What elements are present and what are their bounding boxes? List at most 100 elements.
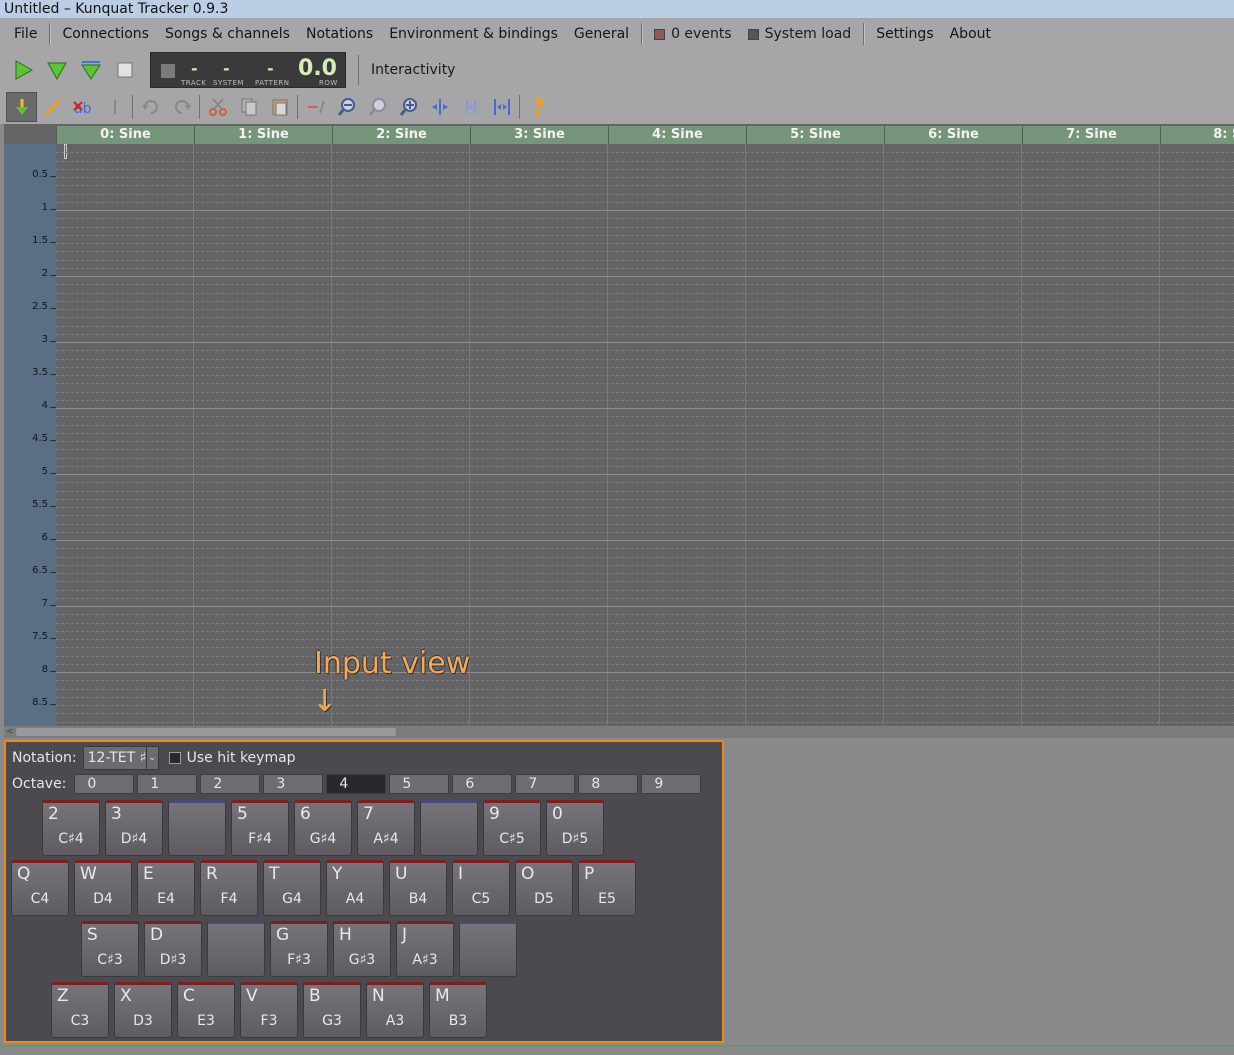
row-ruler[interactable]: 0.5 1 1.5 2 2.5 3 3.5 4 4.5 5 5.5 6 6.5 7 7.5 8 8.5 [4,124,56,728]
stop-button[interactable] [108,53,142,87]
column-header[interactable]: 0: Sine [56,126,194,144]
octave-button-6[interactable]: 6 [452,774,513,794]
column-header[interactable]: 8: Si [1160,126,1234,144]
octave-button-1[interactable]: 1 [137,774,198,794]
octave-button-0[interactable]: 0 [74,774,135,794]
keyboard-key-5[interactable]: 5 F♯4 [231,800,289,856]
notation-select[interactable]: 12-TET ♯ ⌄ [82,746,159,770]
grid-line [56,689,1234,690]
octave-button-2[interactable]: 2 [200,774,261,794]
column-header[interactable]: 3: Sine [470,126,608,144]
shrink-columns-button[interactable] [424,92,455,122]
keyboard-key-c[interactable]: C E3 [177,982,235,1038]
keyboard-key-e[interactable]: E E4 [137,860,195,916]
keyboard-key-y[interactable]: Y A4 [326,860,384,916]
horizontal-scrollbar[interactable]: < [4,726,1234,738]
octave-button-5[interactable]: 5 [389,774,450,794]
key-note: D♯5 [561,831,589,847]
scrollbar-thumb[interactable] [16,728,396,736]
menu-settings[interactable]: Settings [868,20,941,48]
keyboard-key-empty[interactable] [420,800,478,856]
octave-button-9[interactable]: 9 [641,774,702,794]
pattern-grid[interactable] [56,144,1234,728]
octave-button-8[interactable]: 8 [578,774,639,794]
play-pattern-button[interactable] [40,53,74,87]
key-char: 2 [48,804,59,824]
keyboard-key-x[interactable]: X D3 [114,982,172,1038]
keyboard-key-2[interactable]: 2 C♯4 [42,800,100,856]
system-load-status[interactable]: System load [740,26,860,42]
scroll-left-icon[interactable]: < [6,726,14,738]
convert-trigger-button[interactable] [300,92,331,122]
keyboard-key-empty[interactable] [207,921,265,977]
keyboard-key-q[interactable]: Q C4 [11,860,69,916]
menu-connections[interactable]: Connections [54,20,157,48]
pattern-editor[interactable]: 0.5 1 1.5 2 2.5 3 3.5 4 4.5 5 5.5 6 6.5 7 7.5 8 8.5 0: S… [4,124,1234,728]
keyboard-key-h[interactable]: H G♯3 [333,921,391,977]
draw-mode-button[interactable] [37,92,68,122]
hit-keymap-checkbox[interactable] [168,752,181,764]
octave-button-3[interactable]: 3 [263,774,324,794]
keyboard-key-m[interactable]: M B3 [429,982,487,1038]
menu-environment-bindings[interactable]: Environment & bindings [381,20,566,48]
grid-line [56,449,1234,450]
keyboard-key-v[interactable]: V F3 [240,982,298,1038]
column-divider [193,144,194,728]
replace-mode-button[interactable]: ab [68,92,99,122]
keyboard-key-empty[interactable] [459,921,517,977]
menu-notations[interactable]: Notations [298,20,381,48]
cut-button[interactable] [202,92,233,122]
column-header[interactable]: 4: Sine [608,126,746,144]
keyboard-key-9[interactable]: 9 C♯5 [483,800,541,856]
octave-button-7[interactable]: 7 [515,774,576,794]
undo-button[interactable] [135,92,166,122]
octave-button-4[interactable]: 4 [326,774,387,794]
keyboard-key-3[interactable]: 3 D♯4 [105,800,163,856]
column-header[interactable]: 2: Sine [332,126,470,144]
keyboard-key-r[interactable]: R F4 [200,860,258,916]
keyboard-key-b[interactable]: B G3 [303,982,361,1038]
expand-columns-button[interactable] [486,92,517,122]
menu-general[interactable]: General [566,20,637,48]
play-from-cursor-button[interactable] [74,53,108,87]
interactivity-button[interactable]: Interactivity [358,55,455,85]
copy-button[interactable] [233,92,264,122]
keyboard-key-g[interactable]: G F♯3 [270,921,328,977]
column-header[interactable]: 6: Sine [884,126,1022,144]
key-char: U [395,864,408,884]
keyboard-key-7[interactable]: 7 A♯4 [357,800,415,856]
zoom-reset-button[interactable] [362,92,393,122]
column-header[interactable]: 5: Sine [746,126,884,144]
paste-button[interactable] [264,92,295,122]
zoom-out-button[interactable] [331,92,362,122]
event-status[interactable]: 0 events [646,26,740,42]
keyboard-key-z[interactable]: Z C3 [51,982,109,1038]
keyboard-key-p[interactable]: P E5 [578,860,636,916]
keyboard-key-6[interactable]: 6 G♯4 [294,800,352,856]
menu-about[interactable]: About [942,20,999,48]
column-header[interactable]: 1: Sine [194,126,332,144]
keyboard-key-i[interactable]: I C5 [452,860,510,916]
edit-mode-button[interactable] [6,92,37,122]
keyboard-key-u[interactable]: U B4 [389,860,447,916]
keyboard-key-0[interactable]: 0 D♯5 [546,800,604,856]
zoom-in-button[interactable] [393,92,424,122]
keyboard-key-o[interactable]: O D5 [515,860,573,916]
reset-columns-button[interactable] [455,92,486,122]
help-button[interactable]: ? [522,92,553,122]
redo-button[interactable] [166,92,197,122]
play-button[interactable] [6,53,40,87]
column-header[interactable]: 7: Sine [1022,126,1160,144]
keyboard-key-w[interactable]: W D4 [74,860,132,916]
keyboard-key-d[interactable]: D D♯3 [144,921,202,977]
menu-file[interactable]: File [6,20,45,48]
pattern-label: PATTERN [255,79,290,87]
keyboard-key-s[interactable]: S C♯3 [81,921,139,977]
keyboard-key-t[interactable]: T G4 [263,860,321,916]
menu-songs-channels[interactable]: Songs & channels [157,20,298,48]
notation-label: Notation: [12,750,77,766]
keyboard-key-n[interactable]: N A3 [366,982,424,1038]
keyboard-key-j[interactable]: J A♯3 [396,921,454,977]
keyboard-key-empty[interactable] [168,800,226,856]
rest-button[interactable] [99,92,130,122]
